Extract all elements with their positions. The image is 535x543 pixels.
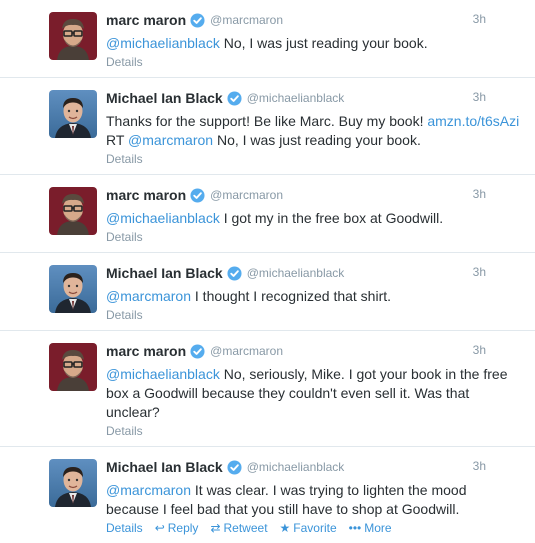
avatar[interactable]	[49, 187, 97, 235]
tweet-timestamp[interactable]: 3h	[473, 459, 486, 473]
retweet-button[interactable]: ⇄ Retweet	[210, 521, 267, 535]
tweet-text-segment: I thought I recognized that shirt.	[191, 288, 392, 304]
author-name[interactable]: marc maron	[106, 12, 186, 28]
tweet-text-segment: No, I was just reading your book.	[219, 35, 428, 51]
details-link[interactable]: Details	[106, 521, 143, 535]
author-handle[interactable]: @michaelianblack	[247, 91, 345, 105]
avatar[interactable]	[49, 343, 97, 391]
tweet-text-segment: No, I was just reading your book.	[213, 132, 421, 148]
author-name[interactable]: marc maron	[106, 343, 186, 359]
mention-link[interactable]: @marcmaron	[106, 288, 191, 304]
details-link[interactable]: Details	[106, 230, 521, 244]
author-name[interactable]: marc maron	[106, 187, 186, 203]
verified-badge-icon	[190, 187, 205, 203]
tweet[interactable]: Michael Ian Black @michaelianblack 3h Th…	[0, 78, 535, 175]
favorite-button[interactable]: ★ Favorite	[280, 521, 337, 535]
more-dots-icon: •••	[348, 521, 362, 535]
url-link[interactable]: amzn.to/t6sAzi	[427, 113, 519, 129]
avatar[interactable]	[49, 12, 97, 60]
mention-link[interactable]: @michaelianblack	[106, 366, 220, 382]
avatar[interactable]	[49, 459, 97, 507]
tweet-text: @marcmaron I thought I recognized that s…	[106, 287, 521, 306]
reply-button[interactable]: ↩ Reply	[155, 521, 199, 535]
details-link[interactable]: Details	[106, 424, 521, 438]
verified-badge-icon	[227, 459, 242, 475]
author-name[interactable]: Michael Ian Black	[106, 459, 223, 475]
mention-link[interactable]: @marcmaron	[106, 482, 191, 498]
more-button[interactable]: ••• More	[349, 521, 392, 535]
author-handle[interactable]: @michaelianblack	[247, 460, 345, 474]
tweet-text-segment: RT	[106, 132, 129, 148]
author-handle[interactable]: @marcmaron	[210, 13, 283, 27]
tweet[interactable]: Michael Ian Black @michaelianblack 3h @m…	[0, 447, 535, 543]
author-name[interactable]: Michael Ian Black	[106, 90, 223, 106]
author-handle[interactable]: @marcmaron	[210, 188, 283, 202]
mention-link[interactable]: @michaelianblack	[106, 35, 220, 51]
tweet[interactable]: marc maron @marcmaron 3h @michaelianblac…	[0, 331, 535, 447]
tweet-timestamp[interactable]: 3h	[473, 265, 486, 279]
tweet-timestamp[interactable]: 3h	[473, 12, 486, 26]
verified-badge-icon	[190, 343, 205, 359]
tweet-actions: Details ↩ Reply ⇄ Retweet ★ Favorite •••…	[106, 521, 521, 535]
tweet[interactable]: Michael Ian Black @michaelianblack 3h @m…	[0, 253, 535, 331]
tweet-text: @michaelianblack I got my in the free bo…	[106, 209, 521, 228]
tweet-timestamp[interactable]: 3h	[473, 90, 486, 104]
tweet-text-segment: I got my in the free box at Goodwill.	[219, 210, 444, 226]
author-handle[interactable]: @marcmaron	[210, 344, 283, 358]
tweet-text-segment: Thanks for the support! Be like Marc. Bu…	[106, 113, 428, 129]
star-icon: ★	[279, 521, 291, 535]
reply-icon: ↩	[154, 521, 165, 535]
verified-badge-icon	[227, 90, 242, 106]
reply-label: Reply	[167, 521, 199, 535]
tweet-text: @michaelianblack No, seriously, Mike. I …	[106, 365, 521, 422]
retweet-icon: ⇄	[210, 521, 221, 535]
avatar[interactable]	[49, 265, 97, 313]
avatar[interactable]	[49, 90, 97, 138]
details-link[interactable]: Details	[106, 308, 521, 322]
tweet-timeline: marc maron @marcmaron 3h @michaelianblac…	[0, 0, 535, 543]
details-link[interactable]: Details	[106, 152, 521, 166]
retweet-label: Retweet	[223, 521, 268, 535]
mention-link[interactable]: @marcmaron	[128, 132, 213, 148]
author-handle[interactable]: @michaelianblack	[247, 266, 345, 280]
tweet[interactable]: marc maron @marcmaron 3h @michaelianblac…	[0, 175, 535, 253]
tweet-text: @marcmaron It was clear. I was trying to…	[106, 481, 521, 519]
more-label: More	[364, 521, 392, 535]
tweet-text: @michaelianblack No, I was just reading …	[106, 34, 521, 53]
mention-link[interactable]: @michaelianblack	[106, 210, 220, 226]
verified-badge-icon	[227, 265, 242, 281]
favorite-label: Favorite	[293, 521, 337, 535]
verified-badge-icon	[190, 12, 205, 28]
tweet-timestamp[interactable]: 3h	[473, 343, 486, 357]
author-name[interactable]: Michael Ian Black	[106, 265, 223, 281]
tweet-timestamp[interactable]: 3h	[473, 187, 486, 201]
details-link[interactable]: Details	[106, 55, 521, 69]
tweet[interactable]: marc maron @marcmaron 3h @michaelianblac…	[0, 0, 535, 78]
tweet-text: Thanks for the support! Be like Marc. Bu…	[106, 112, 521, 150]
